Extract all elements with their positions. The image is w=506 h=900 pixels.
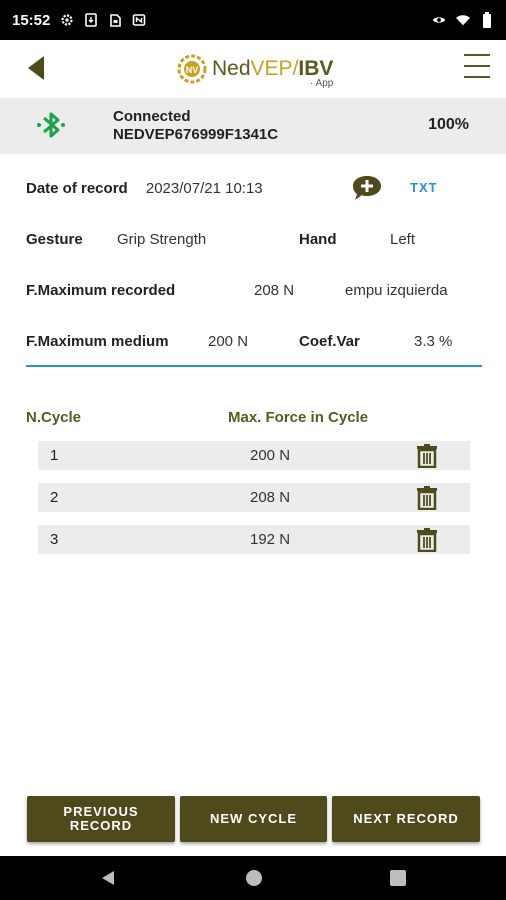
logo-app-text: · App	[310, 78, 334, 89]
table-row: 2 208 N	[38, 483, 470, 512]
gesture-label: Gesture	[26, 231, 83, 248]
coef-value: 3.3 %	[414, 333, 453, 350]
previous-record-label-line1: PREVIOUS	[63, 804, 139, 819]
divider	[26, 365, 482, 367]
nfc-icon	[132, 13, 146, 27]
status-bar: 15:52	[0, 0, 506, 40]
date-row: Date of record 2023/07/21 10:13	[26, 180, 263, 197]
fmax-label: F.Maximum recorded	[26, 282, 176, 299]
trash-icon[interactable]	[416, 528, 438, 552]
new-cycle-button[interactable]: NEW CYCLE	[180, 796, 327, 842]
device-id: NEDVEP676999F1341C	[113, 126, 279, 143]
next-record-button[interactable]: NEXT RECORD	[332, 796, 480, 842]
connection-status: Connected	[113, 108, 191, 125]
gear-icon	[60, 13, 74, 27]
fmed-row: F.Maximum medium 200 N Coef.Var 3.3 %	[26, 333, 452, 350]
logo-vep-text: VEP	[250, 57, 293, 80]
date-label: Date of record	[26, 180, 128, 197]
col-header-force: Max. Force in Cycle	[228, 409, 369, 426]
logo-ned-text: Ned	[212, 57, 251, 80]
txt-export-button[interactable]: TXT	[410, 180, 438, 195]
col-header-cycle: N.Cycle	[26, 409, 82, 426]
battery-level: 100%	[428, 116, 469, 133]
add-comment-icon[interactable]	[350, 174, 384, 202]
table-row: 1 200 N	[38, 441, 470, 470]
wifi-icon	[456, 13, 470, 27]
table-row: 3 192 N	[38, 525, 470, 554]
cycle-force: 192 N	[250, 531, 291, 548]
gesture-value: Grip Strength	[117, 231, 207, 248]
logo-mark-icon: NV	[177, 54, 207, 84]
previous-record-button[interactable]: PREVIOUS RECORD	[27, 796, 175, 842]
back-button[interactable]	[24, 54, 50, 82]
cycle-number: 2	[50, 489, 59, 506]
cycle-force: 208 N	[250, 489, 291, 506]
coef-label: Coef.Var	[299, 333, 360, 350]
bluetooth-icon	[37, 112, 65, 138]
trash-icon[interactable]	[416, 444, 438, 468]
download-icon	[84, 13, 98, 27]
sim-icon	[108, 13, 122, 27]
nav-recent-apps-icon[interactable]	[390, 870, 406, 886]
logo-ibv-text: IBV	[298, 57, 334, 80]
previous-record-label-line2: RECORD	[69, 818, 133, 833]
connection-bar: Connected NEDVEP676999F1341C 100%	[0, 98, 506, 154]
app-logo: NV NedVEP/IBV · App	[176, 48, 336, 90]
svg-text:NV: NV	[186, 65, 199, 75]
fmed-value: 200 N	[208, 333, 249, 350]
date-value: 2023/07/21 10:13	[145, 180, 263, 197]
nav-home-icon[interactable]	[246, 870, 262, 886]
fmax-row: F.Maximum recorded 208 N empu izquierda	[26, 282, 448, 299]
nav-back-icon[interactable]	[100, 870, 116, 886]
status-time: 15:52	[12, 11, 51, 29]
fmax-value: 208 N	[254, 282, 295, 299]
app-header: NV NedVEP/IBV · App	[0, 40, 506, 98]
fmax-note: empu izquierda	[345, 282, 448, 299]
back-arrow-icon	[28, 56, 44, 80]
gesture-row: Gesture Grip Strength Hand Left	[26, 231, 415, 248]
eye-icon	[432, 13, 446, 27]
cycle-number: 1	[50, 447, 59, 464]
fmed-label: F.Maximum medium	[26, 333, 169, 350]
cycle-force: 200 N	[250, 447, 291, 464]
cycle-number: 3	[50, 531, 59, 548]
battery-icon	[480, 12, 494, 28]
navigation-bar	[0, 856, 506, 900]
trash-icon[interactable]	[416, 486, 438, 510]
hamburger-menu-icon[interactable]	[464, 54, 490, 78]
hand-value: Left	[390, 231, 416, 248]
hand-label: Hand	[299, 231, 337, 248]
